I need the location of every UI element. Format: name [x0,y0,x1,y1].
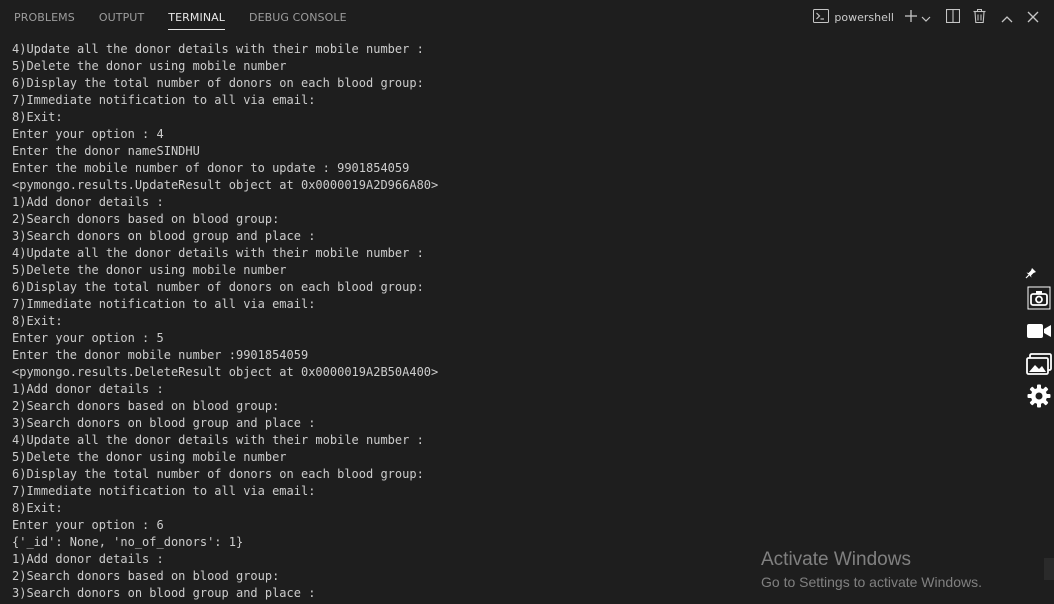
terminal-line: 2)Search donors based on blood group: [12,212,280,226]
terminal-line: Enter the donor nameSINDHU [12,144,200,158]
terminal-line: 7)Immediate notification to all via emai… [12,297,316,311]
terminal-line: Enter the donor mobile number :990185405… [12,348,309,362]
terminal-line: 6)Display the total number of donors on … [12,76,424,90]
tab-output[interactable]: OUTPUT [87,0,156,35]
scrollbar-thumb[interactable] [1044,558,1054,580]
chevron-up-icon [1001,8,1013,27]
terminal-name: powershell [834,11,894,24]
pin-icon[interactable] [1024,266,1038,280]
close-icon [1027,8,1039,27]
terminal-line: 5)Delete the donor using mobile number [12,263,287,277]
activate-windows-watermark: Activate Windows Go to Settings to activ… [761,549,982,593]
terminal-line: 1)Add donor details : [12,382,164,396]
terminal-line: 8)Exit: [12,110,63,124]
camera-icon[interactable] [1025,284,1053,312]
tab-problems[interactable]: PROBLEMS [0,0,87,35]
terminal-line: 8)Exit: [12,501,63,515]
terminal-icon [813,8,830,27]
terminal-line: 1)Add donor details : [12,195,164,209]
watermark-title: Activate Windows [761,549,911,570]
plus-icon [904,8,918,27]
terminal-output[interactable]: 4)Update all the donor details with thei… [12,41,1034,604]
terminal-line: 4)Update all the donor details with thei… [12,433,424,447]
terminal-line: <pymongo.results.DeleteResult object at … [12,365,439,379]
terminal-line: 8)Exit: [12,314,63,328]
terminal-line: 3)Search donors on blood group and place… [12,416,316,430]
watermark-subtitle: Go to Settings to activate Windows. [761,574,982,590]
settings-icon[interactable] [1025,382,1053,410]
terminal-select-button[interactable]: powershell [813,7,894,29]
terminal-line: 4)Update all the donor details with thei… [12,42,424,56]
maximize-panel-button[interactable] [996,7,1018,29]
tab-terminal[interactable]: TERMINAL [156,0,237,35]
panel-header: PROBLEMS OUTPUT TERMINAL DEBUG CONSOLE p… [0,0,1054,35]
terminal-line: 7)Immediate notification to all via emai… [12,484,316,498]
chevron-down-icon [921,8,931,27]
capture-toolbar [1022,262,1054,414]
gallery-icon[interactable] [1025,350,1053,378]
terminal-line: 6)Display the total number of donors on … [12,280,424,294]
video-icon[interactable] [1025,317,1053,345]
terminal-line: 6)Display the total number of donors on … [12,467,424,481]
terminal-line: Enter your option : 5 [12,331,164,345]
tab-debug-console[interactable]: DEBUG CONSOLE [237,0,359,35]
close-panel-button[interactable] [1022,7,1044,29]
terminal-line: 7)Immediate notification to all via emai… [12,93,316,107]
terminal-line: Enter your option : 4 [12,127,164,141]
terminal-line: Enter the mobile number of donor to upda… [12,161,410,175]
split-icon [945,8,961,27]
terminal-line: 5)Delete the donor using mobile number [12,450,287,464]
terminal-line: 5)Delete the donor using mobile number [12,59,287,73]
kill-terminal-button[interactable] [968,7,990,29]
panel-actions: powershell [809,0,1044,35]
terminal-line: Enter your option : 6 [12,518,164,532]
terminal-line: 2)Search donors based on blood group: [12,399,280,413]
trash-icon [973,8,986,27]
new-terminal-button[interactable] [902,7,920,29]
panel-tabs: PROBLEMS OUTPUT TERMINAL DEBUG CONSOLE [0,0,359,35]
split-terminal-button[interactable] [942,7,964,29]
terminal-line: <pymongo.results.UpdateResult object at … [12,178,439,192]
terminal-dropdown-button[interactable] [920,7,932,29]
terminal-line: 3)Search donors on blood group and place… [12,229,316,243]
terminal-line: 4)Update all the donor details with thei… [12,246,424,260]
